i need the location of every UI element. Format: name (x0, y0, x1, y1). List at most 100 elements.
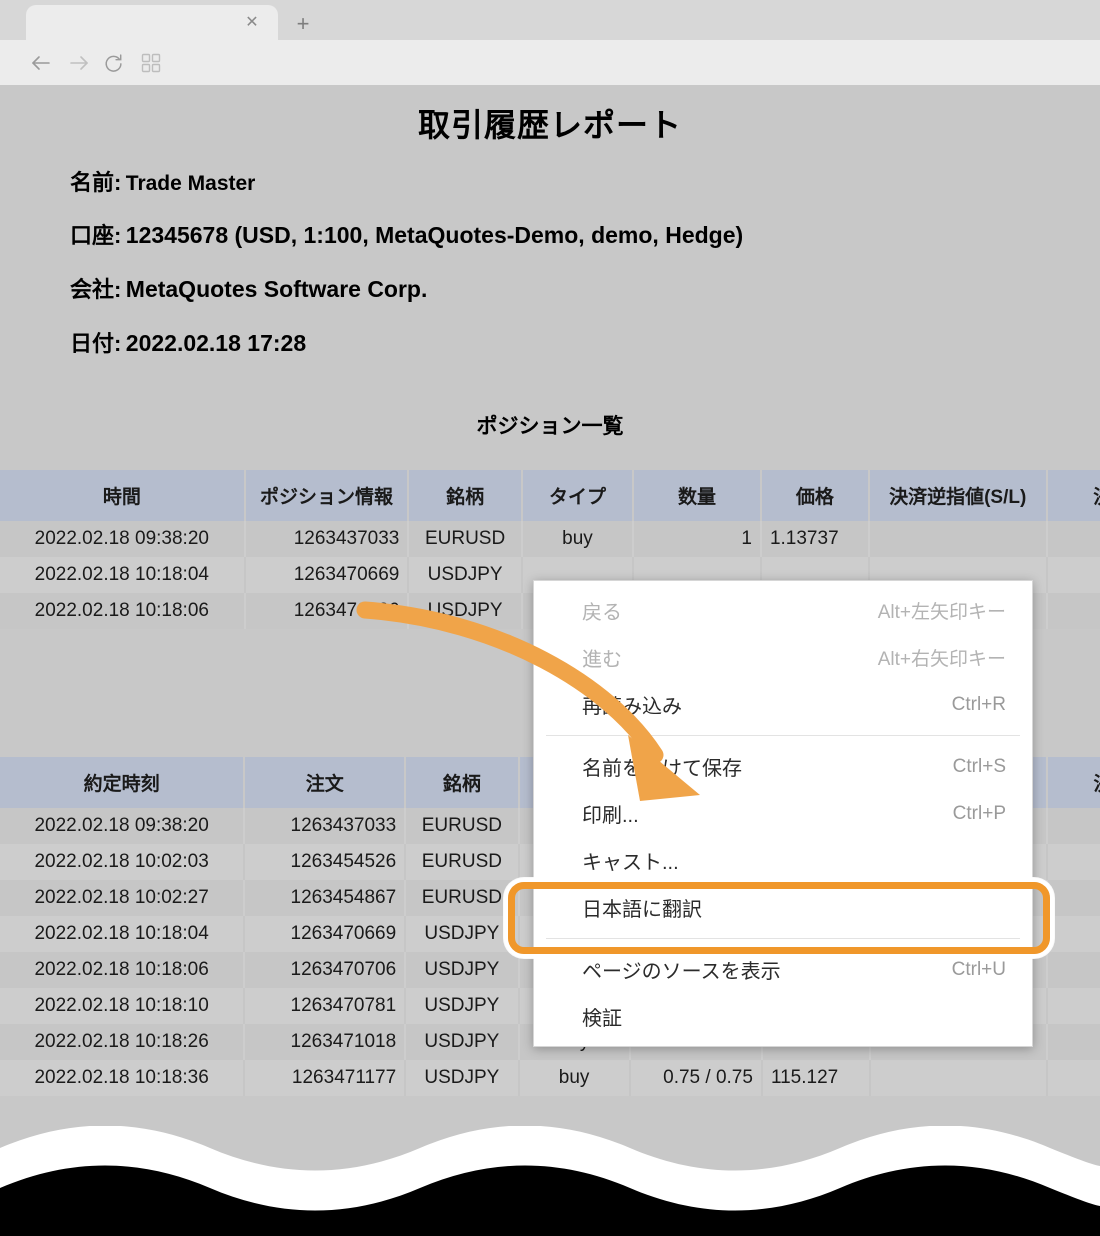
column-header-deal-time[interactable]: 約定時刻 (0, 757, 246, 808)
menu-item-view-source[interactable]: ページのソースを表示 Ctrl+U (534, 946, 1032, 993)
cell-tp (1047, 880, 1100, 916)
tab-title (40, 15, 230, 31)
back-arrow-icon[interactable] (24, 46, 58, 80)
column-header-position[interactable]: ポジション情報 (244, 470, 410, 521)
column-header-tp[interactable]: 決 (1047, 757, 1100, 808)
cell-deal-time: 2022.02.18 10:18:04 (0, 916, 246, 952)
menu-item-shortcut: Ctrl+S (952, 755, 1006, 777)
cell-time: 2022.02.18 09:38:20 (0, 521, 246, 557)
column-header-symbol[interactable]: 銘柄 (405, 757, 520, 808)
menu-item-translate[interactable]: 日本語に翻訳 (534, 884, 1032, 931)
menu-item-label: 検証 (582, 1008, 622, 1030)
meta-value: 2022.02.18 17:28 (125, 330, 307, 356)
table-row[interactable]: 2022.02.18 10:18:36 1263471177 USDJPY bu… (0, 1060, 1100, 1096)
cell-time: 2022.02.18 10:18:04 (0, 557, 246, 593)
cell-tp (1047, 916, 1100, 952)
cell-symbol: EURUSD (405, 808, 520, 844)
menu-separator (546, 735, 1020, 736)
menu-item-label: 進む (582, 649, 622, 671)
apps-grid-icon[interactable] (134, 46, 168, 80)
plus-icon[interactable]: + (288, 9, 318, 39)
meta-label: 口座: (70, 223, 122, 248)
section-title-positions: ポジション一覧 (476, 415, 624, 438)
browser-chrome: ✕ + (0, 0, 1100, 85)
cell-tp (1046, 521, 1100, 557)
menu-item-forward[interactable]: 進む Alt+右矢印キー (534, 634, 1032, 681)
meta-value: MetaQuotes Software Corp. (125, 276, 428, 302)
cell-time: 2022.02.18 10:18:06 (0, 593, 246, 629)
cell-position: 1263470669 (244, 557, 410, 593)
report-page: 取引履歴レポート 名前: Trade Master 口座: 12345678 (… (0, 85, 1100, 1236)
column-header-volume[interactable]: 数量 (633, 470, 762, 521)
table-header-row: 時間 ポジション情報 銘柄 タイプ 数量 価格 決済逆指値(S/L) 決 (0, 470, 1100, 521)
column-header-price[interactable]: 価格 (760, 470, 870, 521)
cell-sl (868, 521, 1048, 557)
cell-tp (1046, 557, 1100, 593)
menu-item-shortcut: Ctrl+R (951, 693, 1006, 715)
cell-order: 1263437033 (244, 808, 407, 844)
page-bottom-wave-decoration (0, 1126, 1100, 1236)
menu-item-print[interactable]: 印刷... Ctrl+P (534, 790, 1032, 837)
cell-symbol: USDJPY (408, 557, 523, 593)
browser-tab[interactable]: ✕ (26, 5, 278, 40)
column-header-sl[interactable]: 決済逆指値(S/L) (868, 470, 1048, 521)
menu-item-label: 再読み込み (582, 696, 682, 718)
meta-label: 名前: (70, 170, 122, 195)
cell-deal-time: 2022.02.18 10:02:03 (0, 844, 246, 880)
cell-type: buy (518, 1060, 631, 1096)
meta-value: 12345678 (USD, 1:100, MetaQuotes-Demo, d… (125, 222, 744, 248)
menu-item-inspect[interactable]: 検証 (534, 993, 1032, 1040)
cell-order: 1263454867 (244, 880, 407, 916)
cell-tp (1047, 1060, 1100, 1096)
context-menu: 戻る Alt+左矢印キー 進む Alt+右矢印キー 再読み込み Ctrl+R 名… (533, 580, 1033, 1047)
menu-item-save-as[interactable]: 名前を付けて保存 Ctrl+S (534, 743, 1032, 790)
menu-item-cast[interactable]: キャスト... (534, 837, 1032, 884)
tab-strip: ✕ + (0, 0, 1100, 40)
cell-tp (1047, 808, 1100, 844)
cell-price: 1.13737 (760, 521, 870, 557)
cell-symbol: USDJPY (408, 593, 523, 629)
cell-symbol: USDJPY (405, 952, 520, 988)
menu-item-shortcut: Alt+左矢印キー (877, 602, 1006, 623)
menu-item-shortcut: Ctrl+P (952, 802, 1006, 824)
meta-row: 口座: 12345678 (USD, 1:100, MetaQuotes-Dem… (70, 218, 743, 250)
reload-icon[interactable] (96, 46, 130, 80)
meta-label: 日付: (70, 331, 122, 356)
column-header-order[interactable]: 注文 (244, 757, 407, 808)
meta-label: 会社: (70, 277, 122, 302)
cell-volume: 0.75 / 0.75 (629, 1060, 763, 1096)
meta-row: 名前: Trade Master (70, 165, 255, 197)
cell-deal-time: 2022.02.18 10:18:10 (0, 988, 246, 1024)
page-title: 取引履歴レポート (417, 107, 682, 143)
menu-item-label: 戻る (582, 602, 622, 624)
menu-item-label: ページのソースを表示 (582, 961, 781, 983)
cell-tp (1047, 1024, 1100, 1060)
cell-price: 115.127 (761, 1060, 871, 1096)
menu-item-reload[interactable]: 再読み込み Ctrl+R (534, 681, 1032, 728)
cell-order: 1263471018 (244, 1024, 407, 1060)
cell-order: 1263470706 (244, 952, 407, 988)
forward-arrow-icon[interactable] (62, 46, 96, 80)
cell-order: 1263471177 (244, 1060, 407, 1096)
cell-tp (1047, 988, 1100, 1024)
cell-deal-time: 2022.02.18 10:02:27 (0, 880, 246, 916)
column-header-tp[interactable]: 決 (1046, 470, 1100, 521)
menu-item-back[interactable]: 戻る Alt+左矢印キー (534, 587, 1032, 634)
column-header-time[interactable]: 時間 (0, 470, 246, 521)
cell-tp (1046, 593, 1100, 629)
column-header-symbol[interactable]: 銘柄 (408, 470, 523, 521)
cell-order: 1263454526 (244, 844, 407, 880)
cell-symbol: EURUSD (408, 521, 523, 557)
cell-order: 1263470669 (244, 916, 407, 952)
cell-symbol: USDJPY (405, 1024, 520, 1060)
table-row[interactable]: 2022.02.18 09:38:20 1263437033 EURUSD bu… (0, 521, 1100, 557)
cell-sl (869, 1060, 1049, 1096)
cell-symbol: USDJPY (405, 916, 520, 952)
column-header-type[interactable]: タイプ (521, 470, 635, 521)
cell-deal-time: 2022.02.18 09:38:20 (0, 808, 246, 844)
close-icon[interactable]: ✕ (242, 13, 262, 33)
meta-row: 日付: 2022.02.18 17:28 (70, 326, 306, 358)
menu-item-label: 名前を付けて保存 (582, 758, 742, 780)
cell-volume: 1 (633, 521, 762, 557)
cell-symbol: EURUSD (405, 880, 520, 916)
